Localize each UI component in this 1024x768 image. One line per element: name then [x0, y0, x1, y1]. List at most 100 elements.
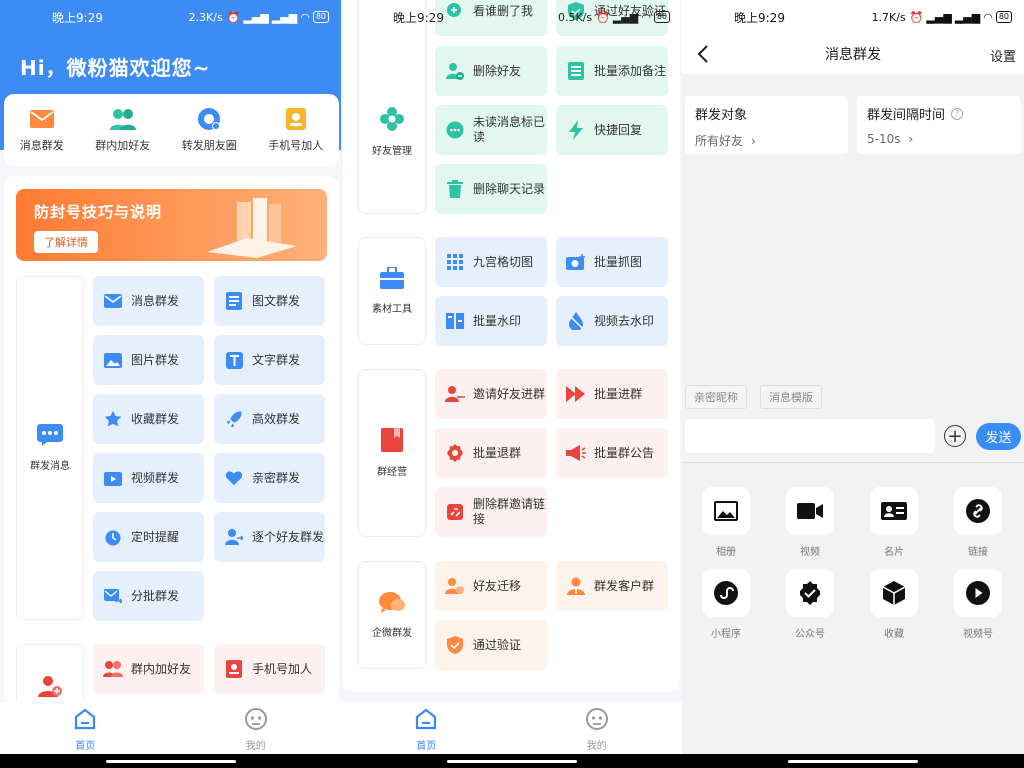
btn-group-add-friends[interactable]: 群内加好友 — [93, 644, 204, 694]
quick-group-add-friends[interactable]: 群内加好友 — [95, 108, 150, 153]
signal-icon: ▂▄▆ — [926, 10, 952, 24]
btn-video-broadcast[interactable]: 视频群发 — [93, 453, 204, 503]
btn-delete-invite-link[interactable]: 删除群邀请链接 — [435, 487, 547, 537]
attach-favorites[interactable]: 收藏 — [864, 569, 924, 640]
btn-label: 分批群发 — [131, 588, 180, 603]
btn-video-remove-watermark[interactable]: 视频去水印 — [556, 296, 668, 346]
gesture-bar[interactable] — [105, 760, 236, 763]
alarm-icon: ⏰ — [226, 10, 241, 24]
alarm-icon: ⏰ — [596, 10, 610, 24]
btn-nine-grid-cut[interactable]: 九宫格切图 — [435, 237, 547, 287]
btn-favorites-broadcast[interactable]: 收藏群发 — [93, 394, 204, 444]
gear-icon — [445, 443, 465, 463]
signal-icon-2: ▂▄▆ — [271, 10, 298, 24]
rocket-icon — [224, 409, 244, 429]
btn-batch-group-announcement[interactable]: 批量群公告 — [556, 428, 668, 478]
tag-nickname[interactable]: 亲密昵称 — [685, 385, 747, 409]
btn-image-text-broadcast[interactable]: 图文群发 — [214, 276, 325, 326]
home-screen: 晚上9:29 2.3K/s ⏰ ▂▄▆ ▂▄▆ ◠ 80 Hi，微粉猫欢迎您~ … — [0, 0, 341, 768]
btn-label: 批量群公告 — [594, 445, 655, 460]
attach-label: 公众号 — [795, 629, 825, 640]
attach-mini-program[interactable]: 小程序 — [696, 569, 756, 640]
status-bar: 晚上9:29 1.7K/s ⏰ ▂▄▆ ▂▄▆ ◠ 80 — [682, 0, 1024, 34]
btn-message-broadcast[interactable]: 消息群发 — [93, 276, 204, 326]
btn-label: 高效群发 — [252, 411, 301, 426]
btn-batch-grab-images[interactable]: 批量抓图 — [556, 237, 668, 287]
attach-video[interactable]: 视频 — [780, 487, 840, 558]
btn-label: 逐个好友群发 — [252, 529, 325, 544]
btn-label: 视频群发 — [131, 470, 180, 485]
nav-home-label: 首页 — [416, 740, 437, 752]
btn-batch-leave-groups[interactable]: 批量退群 — [435, 428, 547, 478]
nav-mine-label: 我的 — [245, 740, 266, 752]
attach-label: 视频 — [800, 547, 820, 558]
anti-ban-banner[interactable]: 防封号技巧与说明 了解详情 — [16, 189, 327, 261]
btn-quick-reply[interactable]: 快捷回复 — [556, 105, 668, 155]
verified-badge-icon — [800, 581, 820, 605]
message-input[interactable] — [685, 419, 935, 453]
btn-intimate-broadcast[interactable]: 亲密群发 — [214, 453, 325, 503]
btn-text-broadcast[interactable]: 文字群发 — [214, 335, 325, 385]
gesture-bar[interactable] — [788, 760, 918, 763]
banner-details-button[interactable]: 了解详情 — [34, 231, 98, 253]
btn-label: 视频去水印 — [594, 313, 655, 328]
users-icon — [103, 659, 123, 679]
nav-mine[interactable]: 我的 — [244, 707, 268, 752]
tag-template[interactable]: 消息模版 — [760, 385, 822, 409]
link-remove-icon — [445, 502, 465, 522]
btn-delete-chat-history[interactable]: 删除聊天记录 — [435, 164, 547, 214]
settings-button[interactable]: 设置 — [990, 46, 1016, 65]
btn-batch-broadcast[interactable]: 分批群发 — [93, 571, 204, 621]
attach-link[interactable]: 链接 — [948, 487, 1008, 558]
btn-batch-watermark[interactable]: 批量水印 — [435, 296, 547, 346]
quick-label: 消息群发 — [19, 138, 64, 152]
interval-selector[interactable]: 群发间隔时间? 5-10s › — [857, 96, 1021, 154]
fast-forward-icon — [566, 384, 586, 404]
btn-invite-friends-group[interactable]: 邀请好友进群 — [435, 369, 547, 419]
attach-album[interactable]: 相册 — [696, 487, 756, 558]
attach-card[interactable]: 名片 — [864, 487, 924, 558]
btn-label: 批量退群 — [473, 445, 522, 460]
battery-icon: 80 — [995, 11, 1012, 23]
btn-label: 删除聊天记录 — [473, 181, 546, 196]
target-selector[interactable]: 群发对象 所有好友 › — [685, 96, 848, 154]
btn-batch-add-notes[interactable]: 批量添加备注 — [556, 46, 668, 96]
status-time: 晚上9:29 — [734, 10, 785, 25]
interval-value: 5-10s — [867, 132, 901, 146]
btn-friend-migration[interactable]: 好友迁移 — [435, 561, 547, 611]
plus-icon[interactable]: + — [944, 425, 966, 447]
water-drop-icon — [566, 311, 586, 331]
btn-label: 好友迁移 — [473, 578, 522, 593]
attach-label: 视频号 — [963, 629, 993, 640]
help-icon[interactable]: ? — [951, 107, 964, 120]
nav-home[interactable]: 首页 — [73, 707, 97, 752]
nav-home[interactable]: 首页 — [414, 707, 438, 752]
btn-efficient-broadcast[interactable]: 高效群发 — [214, 394, 325, 444]
quick-phone-add[interactable]: 手机号加人 — [268, 107, 323, 153]
nav-mine[interactable]: 我的 — [585, 707, 609, 752]
btn-label: 删除好友 — [473, 63, 522, 78]
gesture-bar[interactable] — [446, 760, 577, 763]
user-minus-icon — [445, 61, 465, 81]
text-t-icon — [224, 350, 244, 370]
btn-delete-friend[interactable]: 删除好友 — [435, 46, 547, 96]
btn-image-broadcast[interactable]: 图片群发 — [93, 335, 204, 385]
btn-scheduled-reminder[interactable]: 定时提醒 — [93, 512, 204, 562]
attach-channels[interactable]: 视频号 — [948, 569, 1008, 640]
grid-icon — [445, 252, 465, 272]
btn-batch-join-groups[interactable]: 批量进群 — [556, 369, 668, 419]
btn-phone-add[interactable]: 手机号加人 — [214, 644, 325, 694]
send-button[interactable]: 发送 — [976, 423, 1021, 450]
btn-label: 批量添加备注 — [594, 63, 667, 78]
quick-forward-moments[interactable]: 转发朋友圈 — [182, 107, 237, 153]
users-icon — [109, 108, 136, 130]
attach-official-account[interactable]: 公众号 — [780, 569, 840, 640]
back-arrow-icon[interactable] — [694, 44, 714, 64]
status-time: 晚上9:29 — [393, 10, 444, 25]
user-send-icon — [224, 527, 244, 547]
btn-pass-verification[interactable]: 通过验证 — [435, 620, 547, 670]
quick-message-broadcast[interactable]: 消息群发 — [20, 108, 64, 153]
btn-broadcast-customer-groups[interactable]: 群发客户群 — [556, 561, 668, 611]
btn-mark-unread-read[interactable]: 未读消息标已读 — [435, 105, 547, 155]
btn-one-by-one-broadcast[interactable]: 逐个好友群发 — [214, 512, 325, 562]
